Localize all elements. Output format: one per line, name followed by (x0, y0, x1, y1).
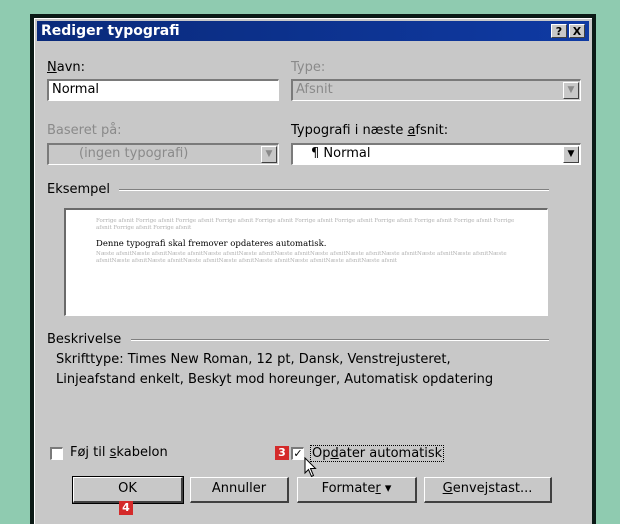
type-select[interactable]: Afsnit ▼ (291, 79, 581, 101)
preview-next-paragraph: Næste afsnitNæste afsnitNæste afsnitNæst… (96, 251, 507, 264)
close-button[interactable]: X (569, 24, 585, 38)
help-button[interactable]: ? (551, 24, 567, 38)
ok-button[interactable]: OK (72, 476, 184, 504)
description-label: Beskrivelse (47, 332, 122, 347)
next-style-value: ¶ Normal (311, 146, 371, 161)
format-button[interactable]: Formater ▾ (297, 477, 417, 503)
next-style-label: Typografi i næste afsnit: (291, 123, 449, 138)
type-value: Afsnit (296, 82, 333, 97)
type-dropdown-arrow-icon[interactable]: ▼ (563, 82, 579, 99)
based-on-select[interactable]: (ingen typografi) ▼ (47, 143, 279, 165)
cancel-button[interactable]: Annuller (190, 477, 289, 503)
step-4-badge: 4 (119, 501, 133, 515)
name-input[interactable]: Normal (47, 79, 279, 101)
dialog-title: Rediger typografi (41, 23, 180, 39)
auto-update-checkbox[interactable]: ✓ (291, 447, 304, 460)
next-style-dropdown-arrow-icon[interactable]: ▼ (563, 146, 579, 163)
description-line-1: Skrifttype: Times New Roman, 12 pt, Dans… (56, 352, 451, 367)
based-on-dropdown-arrow-icon[interactable]: ▼ (261, 146, 277, 163)
description-divider (131, 339, 549, 341)
checkmark-icon: ✓ (293, 447, 303, 460)
description-line-2: Linjeafstand enkelt, Beskyt mod horeunge… (56, 372, 494, 387)
auto-update-label[interactable]: Opdater automatisk (310, 445, 445, 462)
next-style-select[interactable]: ¶ Normal ▼ (291, 143, 581, 165)
step-3-badge: 3 (275, 446, 289, 460)
title-bar: Rediger typografi ? X (37, 21, 589, 41)
add-to-template-label[interactable]: Føj til skabelon (70, 445, 168, 460)
based-on-value: (ingen typografi) (79, 146, 189, 161)
name-label: Navn: (47, 60, 86, 75)
preview-sample-text: Denne typografi skal fremover opdateres … (96, 239, 327, 249)
preview-box: Forrige afsnit Forrige afsnit Forrige af… (64, 208, 548, 316)
preview-label: Eksempel (47, 182, 111, 197)
preview-divider (119, 189, 549, 191)
add-to-template-checkbox[interactable] (50, 447, 63, 460)
mouse-cursor-icon (304, 457, 317, 478)
shortcut-key-button[interactable]: Genvejstast... (424, 477, 552, 503)
format-dropdown-icon: ▾ (384, 481, 392, 496)
type-label: Type: (291, 60, 326, 75)
preview-previous-paragraph: Forrige afsnit Forrige afsnit Forrige af… (96, 218, 515, 231)
based-on-label: Baseret på: (47, 123, 122, 138)
edit-style-dialog: Rediger typografi ? X Navn: Normal Type:… (34, 18, 592, 524)
